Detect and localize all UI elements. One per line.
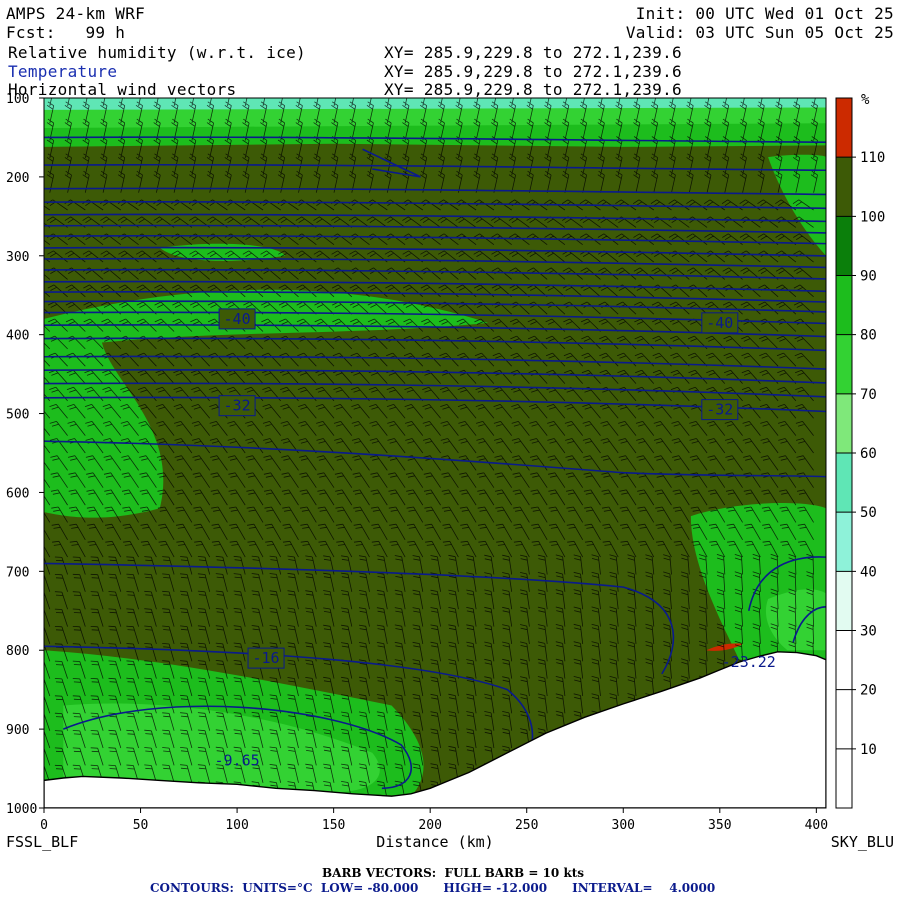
colorbar-segment <box>836 571 852 631</box>
contour-label: -16 <box>253 649 280 667</box>
colorbar-segment <box>836 453 852 513</box>
y-tick-label: 1000 <box>6 802 37 817</box>
colorbar-segment <box>836 334 852 394</box>
contour-label: -32 <box>224 397 251 415</box>
colorbar-segment <box>836 393 852 453</box>
x-tick-label: 50 <box>133 818 149 833</box>
y-tick-label: 300 <box>6 250 29 265</box>
colorbar-tick-label: 50 <box>860 505 877 521</box>
right-endpoint-label: SKY_BLU <box>831 833 894 851</box>
y-tick-label: 100 <box>6 92 29 107</box>
colorbar-segment <box>836 216 852 276</box>
x-tick-label: 0 <box>40 818 48 833</box>
colorbar-tick-label: 60 <box>860 446 877 462</box>
colorbar-segment <box>836 630 852 690</box>
y-tick-label: 200 <box>6 171 29 186</box>
x-tick-label: 200 <box>418 818 441 833</box>
colorbar-tick-label: 10 <box>860 742 877 758</box>
x-tick-label: 300 <box>612 818 635 833</box>
colorbar-tick-label: 110 <box>860 150 885 166</box>
y-tick-label: 700 <box>6 565 29 580</box>
colorbar-tick-label: 20 <box>860 683 877 699</box>
colorbar-unit: % <box>861 92 870 108</box>
y-tick-label: 800 <box>6 644 29 659</box>
colorbar-segment <box>836 275 852 335</box>
left-endpoint-label: FSSL_BLF <box>6 833 78 851</box>
barb-vectors-legend: BARB VECTORS: FULL BARB = 10 kts <box>322 866 585 880</box>
colorbar-segment <box>836 157 852 217</box>
colorbar-segment <box>836 689 852 749</box>
x-tick-label: 400 <box>805 818 828 833</box>
colorbar-segment <box>836 98 852 158</box>
colorbar-tick-label: 40 <box>860 564 877 580</box>
x-axis-label: Distance (km) <box>376 833 493 851</box>
colorbar-tick-label: 100 <box>860 209 885 225</box>
contour-label: -32 <box>706 401 733 419</box>
colorbar-tick-label: 90 <box>860 269 877 285</box>
colorbar-tick-label: 30 <box>860 624 877 640</box>
y-tick-label: 500 <box>6 408 29 423</box>
y-tick-label: 900 <box>6 723 29 738</box>
contour-label: -9.65 <box>215 752 260 770</box>
colorbar-tick-label: 70 <box>860 387 877 403</box>
contour-label: -40 <box>224 310 251 328</box>
cross-section-chart: -40 -40-32 -32-16-9.65-23.22 1002003004005… <box>6 92 894 851</box>
x-tick-label: 150 <box>322 818 345 833</box>
colorbar-segment <box>836 512 852 572</box>
y-tick-label: 400 <box>6 329 29 344</box>
x-tick-label: 100 <box>225 818 248 833</box>
contour-label: -23.22 <box>722 653 776 671</box>
colorbar-tick-label: 80 <box>860 328 877 344</box>
x-tick-label: 250 <box>515 818 538 833</box>
x-tick-label: 350 <box>708 818 731 833</box>
colorbar-segment <box>836 748 852 808</box>
y-tick-label: 600 <box>6 486 29 501</box>
contours-legend: CONTOURS: UNITS=°C LOW= -80.000 HIGH= -1… <box>150 881 716 895</box>
contour-label: -40 <box>706 314 733 332</box>
